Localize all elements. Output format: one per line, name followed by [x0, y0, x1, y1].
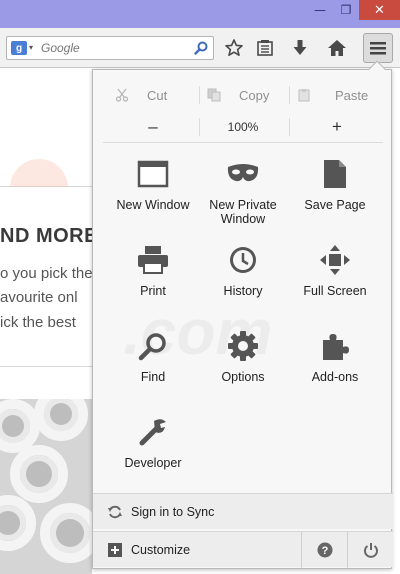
- separator: [289, 86, 290, 104]
- page-text-line: avourite onl: [0, 289, 78, 306]
- developer-label: Developer: [124, 456, 182, 470]
- new-window-label: New Window: [116, 198, 190, 212]
- zoom-out-button[interactable]: –: [133, 116, 173, 138]
- history-button[interactable]: History: [197, 242, 289, 298]
- gear-icon: [225, 328, 261, 364]
- magnifier-icon: [135, 328, 171, 364]
- full-screen-button[interactable]: Full Screen: [289, 242, 381, 298]
- options-button[interactable]: Options: [197, 328, 289, 384]
- zoom-controls: – 100% +: [103, 116, 383, 138]
- copy-label: Copy: [239, 87, 270, 103]
- find-label: Find: [140, 370, 166, 384]
- separator: [199, 86, 200, 104]
- navigation-toolbar: g ▾: [0, 28, 400, 68]
- copy-button[interactable]: Copy: [207, 83, 269, 107]
- printer-icon: [135, 242, 171, 278]
- separator: [199, 118, 200, 136]
- options-label: Options: [221, 370, 265, 384]
- power-icon: [363, 543, 378, 558]
- customize-button[interactable]: Customize: [131, 532, 190, 568]
- new-private-window-button[interactable]: New Private Window: [197, 156, 289, 226]
- window-title-bar: — ❐ ✕: [0, 0, 400, 28]
- search-input[interactable]: [41, 40, 191, 56]
- find-button[interactable]: Find: [107, 328, 199, 384]
- maximize-button[interactable]: ❐: [333, 0, 359, 20]
- svg-text:?: ?: [321, 545, 328, 557]
- separator: [289, 118, 290, 136]
- developer-button[interactable]: Developer: [107, 414, 199, 470]
- quit-button[interactable]: [347, 532, 393, 568]
- page-text-line: ick the best: [0, 314, 76, 331]
- new-window-button[interactable]: New Window: [107, 156, 199, 212]
- google-engine-icon[interactable]: g: [11, 41, 27, 55]
- copy-icon: [207, 88, 221, 102]
- print-button[interactable]: Print: [107, 242, 199, 298]
- history-label: History: [223, 284, 263, 298]
- save-page-label: Save Page: [304, 198, 366, 212]
- cut-label: Cut: [147, 87, 168, 103]
- add-ons-label: Add-ons: [311, 370, 359, 384]
- sign-in-to-sync-button[interactable]: Sign in to Sync: [93, 493, 393, 529]
- engine-dropdown-icon[interactable]: ▾: [29, 43, 33, 52]
- save-page-icon: [317, 156, 353, 192]
- paste-button[interactable]: Paste: [297, 83, 368, 107]
- page-divider: [0, 366, 92, 367]
- customize-row: Customize ?: [93, 531, 393, 568]
- page-text-line: o you pick the: [0, 265, 93, 282]
- new-window-icon: [135, 156, 171, 192]
- sync-label: Sign in to Sync: [131, 505, 215, 519]
- add-ons-button[interactable]: Add-ons: [289, 328, 381, 384]
- wrench-icon: [135, 414, 171, 450]
- zoom-reset-button[interactable]: 100%: [203, 116, 283, 138]
- sync-icon: [108, 505, 122, 519]
- new-private-window-label: New Private Window: [209, 198, 277, 226]
- search-magnifier-icon[interactable]: [193, 40, 209, 56]
- download-icon[interactable]: [288, 36, 312, 60]
- help-question-icon: ?: [317, 542, 332, 558]
- firefox-menu-panel: Cut Copy Paste – 100% + .com New Window: [92, 60, 393, 569]
- paste-label: Paste: [335, 87, 369, 103]
- clipboard-icon: [298, 89, 310, 102]
- history-clock-icon: [225, 242, 261, 278]
- zoom-in-button[interactable]: +: [317, 116, 357, 138]
- print-label: Print: [140, 284, 166, 298]
- reading-list-icon[interactable]: [253, 36, 277, 60]
- title-bar-drag-area[interactable]: [0, 0, 305, 28]
- puzzle-piece-icon: [317, 328, 353, 364]
- page-photo-cables: [0, 399, 92, 574]
- minimize-button[interactable]: —: [307, 0, 333, 20]
- private-mask-icon: [225, 156, 261, 192]
- scissors-icon: [115, 88, 129, 102]
- customize-plus-icon: [108, 543, 122, 557]
- cut-button[interactable]: Cut: [115, 83, 167, 107]
- menu-icon[interactable]: [363, 33, 393, 63]
- full-screen-icon: [317, 242, 353, 278]
- page-article: ND MORE I o you pick the avourite onl ic…: [0, 187, 110, 367]
- close-window-button[interactable]: ✕: [359, 0, 400, 20]
- edit-controls: Cut Copy Paste: [103, 83, 383, 107]
- search-box[interactable]: g ▾: [6, 36, 214, 60]
- home-icon[interactable]: [325, 36, 349, 60]
- help-button[interactable]: ?: [301, 532, 347, 568]
- save-page-button[interactable]: Save Page: [289, 156, 381, 212]
- full-screen-label: Full Screen: [303, 284, 367, 298]
- separator: [103, 142, 383, 143]
- bookmark-star-icon[interactable]: [222, 36, 246, 60]
